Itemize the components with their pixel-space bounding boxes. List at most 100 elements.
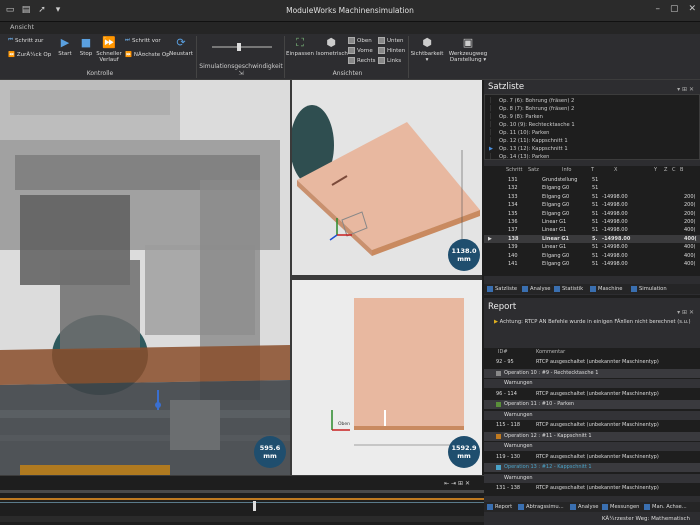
operation-item[interactable]: │ Op. 10 (9): Rechtecktasche 1 bbox=[489, 121, 575, 129]
table-cell: Eilgang G0 bbox=[542, 193, 570, 200]
tab-abtragssimulation[interactable]: Abtragssimu... bbox=[518, 503, 564, 511]
report-operation[interactable]: Operation 12 : #11 - Kappschnitt 1 bbox=[484, 431, 700, 441]
table-row[interactable]: 133 Eilgang G0 51 -14998.00 200( bbox=[484, 193, 700, 201]
timeline-scrollbar[interactable] bbox=[0, 516, 484, 522]
col-header[interactable]: X bbox=[614, 166, 617, 175]
table-cell: Eilgang G0 bbox=[542, 252, 570, 259]
report-table[interactable]: ID# Kommentar 92 - 95 RTCP ausgeschaltet … bbox=[484, 348, 700, 496]
operation-tree[interactable]: │ Op. 7 (6): Bohrung (fräsen) 2 │ Op. 8 (7)… bbox=[484, 94, 700, 160]
timeline-cursor[interactable] bbox=[253, 501, 256, 511]
report-entry[interactable]: 119 - 130 RTCP ausgeschaltet (unbekannter… bbox=[484, 453, 700, 462]
col-header[interactable]: Z bbox=[664, 166, 667, 175]
table-row[interactable]: 135 Eilgang G0 51 -14998.00 200( bbox=[484, 210, 700, 218]
report-subgroup[interactable]: Warnungen bbox=[484, 473, 700, 483]
report-subgroup[interactable]: Warnungen bbox=[484, 442, 700, 451]
table-cell: 200( bbox=[684, 193, 696, 200]
table-cell: 51 bbox=[592, 252, 599, 259]
start-button[interactable]: ▶ Start bbox=[55, 37, 75, 58]
tab-report[interactable]: Report bbox=[487, 503, 512, 511]
operation-item[interactable]: │ Op. 11 (10): Parken bbox=[489, 129, 549, 137]
col-header[interactable]: Info bbox=[562, 166, 571, 175]
table-row[interactable]: 141 Eilgang G0 51 -14998.00 400( bbox=[484, 260, 700, 268]
col-header[interactable]: Satz bbox=[528, 166, 539, 175]
timeline-controls[interactable]: ⇤ ⇥ ⊞ ✕ bbox=[444, 480, 470, 487]
col-header[interactable]: T bbox=[591, 166, 594, 175]
isometric-button[interactable]: ⬢ Isometrisch bbox=[316, 37, 348, 58]
table-row[interactable]: 132 Eilgang G0 51 bbox=[484, 184, 700, 192]
col-header[interactable]: Y bbox=[654, 166, 657, 175]
report-subgroup[interactable]: Warnungen bbox=[484, 379, 700, 388]
col-header[interactable]: ID# bbox=[498, 348, 508, 357]
tab-man-achse[interactable]: Man. Achse... bbox=[644, 503, 687, 511]
tab-messungen[interactable]: Messungen bbox=[602, 503, 639, 511]
timeline[interactable]: ⇤ ⇥ ⊞ ✕ bbox=[0, 475, 484, 525]
fit-button[interactable]: ⛶ Einpassen bbox=[286, 37, 314, 58]
main-viewport[interactable]: 595.6 mm bbox=[0, 80, 290, 475]
timeline-op-track bbox=[0, 498, 484, 500]
next-op-button[interactable]: ⏩ NÃ¤chste Op bbox=[125, 52, 170, 58]
report-entry[interactable]: 131 - 138 RTCP ausgeschaltet (unbekannter… bbox=[484, 484, 700, 493]
ribbon-separator bbox=[284, 36, 285, 78]
toolpath-display-button[interactable]: ▣ Werkzeugweg Darstellung ▾ bbox=[448, 37, 488, 64]
report-entry[interactable]: 96 - 114 RTCP ausgeschaltet (unbekannter … bbox=[484, 390, 700, 399]
top-viewport[interactable]: Oben 1592.9 mm bbox=[292, 280, 482, 475]
tab-analyse[interactable]: Analyse bbox=[522, 285, 550, 293]
restart-button[interactable]: ⟳ Neustart bbox=[168, 37, 194, 58]
speed-slider-thumb[interactable] bbox=[237, 43, 242, 51]
tab-simulation[interactable]: Simulation bbox=[631, 285, 667, 293]
table-row[interactable]: 137 Linear G1 51 -14998.00 400( bbox=[484, 226, 700, 234]
report-operation[interactable]: Operation 13 : #12 - Kappschnitt 1 bbox=[484, 463, 700, 472]
operation-item[interactable]: │ Op. 14 (13): Parken bbox=[489, 153, 549, 161]
view-top-button[interactable]: Oben bbox=[348, 37, 372, 44]
list-icon bbox=[487, 286, 493, 292]
return-op-button[interactable]: ⏪ ZurÃ¼ck Op bbox=[8, 52, 51, 58]
table-row[interactable]: 139 Linear G1 51 -14998.00 400( bbox=[484, 243, 700, 251]
col-header[interactable]: C bbox=[672, 166, 676, 175]
table-row[interactable]: ▶ 138 Linear G1 5. -14998.00 400( bbox=[484, 234, 700, 244]
satzliste-panel: Satzliste ▾ ⊞ ✕ │ Op. 7 (6): Bohrung (frä… bbox=[484, 80, 700, 295]
operation-item[interactable]: │ Op. 7 (6): Bohrung (fräsen) 2 bbox=[489, 97, 574, 105]
close-icon[interactable]: ✕ bbox=[688, 4, 696, 14]
report-entry[interactable]: 115 - 118 RTCP ausgeschaltet (unbekannter… bbox=[484, 421, 700, 430]
operation-item[interactable]: │ Op. 9 (8): Parken bbox=[489, 113, 543, 121]
satzliste-tabs: Satzliste Analyse Statistik Maschine Sim… bbox=[484, 284, 700, 294]
minimize-icon[interactable]: – bbox=[655, 4, 660, 14]
group-expand-icon[interactable]: ⇲ bbox=[238, 70, 243, 77]
tab-report-analyse[interactable]: Analyse bbox=[570, 503, 598, 511]
tab-satzliste[interactable]: Satzliste bbox=[487, 285, 517, 293]
table-row[interactable]: 134 Eilgang G0 51 -14998.00 200( bbox=[484, 201, 700, 209]
block-table[interactable]: Schritt Satz Info T X Y Z C B 131 Grundst… bbox=[484, 166, 700, 276]
speed-slider[interactable] bbox=[212, 43, 272, 51]
maximize-icon[interactable]: ▢ bbox=[670, 4, 679, 14]
view-bottom-button[interactable]: Unten bbox=[378, 37, 404, 44]
operation-item[interactable]: │ Op. 12 (11): Kappschnitt 1 bbox=[489, 137, 568, 145]
timeline-track[interactable] bbox=[0, 490, 484, 493]
report-operation[interactable]: Operation 11 : #10 - Parken bbox=[484, 400, 700, 409]
tab-statistik[interactable]: Statistik bbox=[554, 285, 583, 293]
table-row[interactable]: 140 Eilgang G0 51 -14998.00 400( bbox=[484, 252, 700, 260]
report-operation[interactable]: Operation 10 : #9 - Rechtecktasche 1 bbox=[484, 368, 700, 378]
operation-item[interactable]: ▶ Op. 13 (12): Kappschnitt 1 bbox=[489, 145, 568, 153]
col-header[interactable]: Schritt bbox=[506, 166, 522, 175]
view-right-button[interactable]: Rechts bbox=[348, 57, 376, 64]
report-entry[interactable]: 92 - 95 RTCP ausgeschaltet (unbekannter M… bbox=[484, 358, 700, 367]
stop-button[interactable]: ■ Stop bbox=[76, 37, 96, 58]
view-back-button[interactable]: Hinten bbox=[378, 47, 405, 54]
table-cell: 400( bbox=[684, 252, 696, 259]
report-subgroup[interactable]: Warnungen bbox=[484, 410, 700, 420]
view-left-button[interactable]: Links bbox=[378, 57, 401, 64]
view-front-button[interactable]: Vorne bbox=[348, 47, 373, 54]
iso-viewport[interactable]: 1138.0 mm bbox=[292, 80, 482, 275]
step-back-button[interactable]: ⏮ Schritt zur bbox=[8, 37, 43, 44]
fast-run-button[interactable]: ⏩ Schneller Verlauf bbox=[96, 37, 122, 64]
operation-item[interactable]: │ Op. 8 (7): Bohrung (fräsen) 2 bbox=[489, 105, 574, 113]
col-header[interactable]: B bbox=[680, 166, 683, 175]
table-row[interactable]: 131 Grundstellung 51 bbox=[484, 176, 700, 184]
menu-ansicht[interactable]: Ansicht bbox=[10, 23, 34, 31]
table-row[interactable]: 136 Linear G1 51 -14998.00 200( bbox=[484, 218, 700, 226]
tab-maschine[interactable]: Maschine bbox=[590, 285, 622, 293]
col-header[interactable]: Kommentar bbox=[536, 348, 565, 357]
visibility-button[interactable]: ⬢ Sichtbarkeit ▾ bbox=[410, 37, 444, 64]
step-forward-button[interactable]: ⏭ Schritt vor bbox=[125, 37, 161, 44]
tree-line-icon: │ bbox=[489, 106, 493, 112]
